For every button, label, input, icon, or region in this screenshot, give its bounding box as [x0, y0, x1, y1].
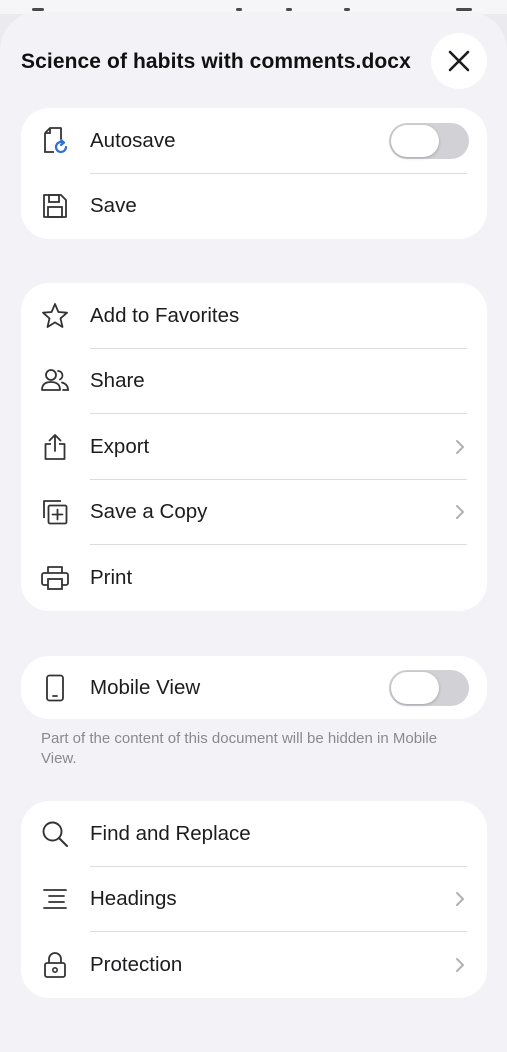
file-options-sheet: Science of habits with comments.docx Aut… — [0, 12, 507, 1052]
mobile-view-row[interactable]: Mobile View — [21, 656, 487, 719]
find-and-replace-row[interactable]: Find and Replace — [21, 801, 487, 867]
lock-icon — [41, 951, 69, 979]
share-row[interactable]: Share — [21, 349, 487, 414]
mobile-view-footnote: Part of the content of this document wil… — [41, 730, 438, 767]
save-a-copy-label: Save a Copy — [90, 500, 208, 524]
autosave-label: Autosave — [90, 128, 176, 152]
add-to-favorites-row[interactable]: Add to Favorites — [21, 283, 487, 349]
find-and-replace-label: Find and Replace — [90, 821, 251, 845]
share-label: Share — [90, 369, 145, 393]
close-icon — [447, 49, 471, 73]
peek-glyph — [32, 8, 44, 11]
toggle-knob — [391, 671, 439, 704]
headings-row[interactable]: Headings — [21, 867, 487, 932]
protection-row[interactable]: Protection — [21, 932, 487, 998]
autosave-row[interactable]: Autosave — [21, 108, 487, 174]
close-button[interactable] — [431, 33, 487, 89]
tools-group-card: Find and Replace Headings Protection — [21, 801, 487, 998]
toggle-knob — [391, 124, 439, 157]
autosave-icon — [41, 126, 69, 155]
chevron-right-icon — [455, 439, 465, 455]
save-icon — [41, 192, 69, 220]
autosave-toggle[interactable] — [389, 122, 469, 159]
headings-icon — [41, 885, 69, 913]
protection-label: Protection — [90, 952, 183, 976]
peek-glyph — [236, 8, 242, 11]
export-row[interactable]: Export — [21, 414, 487, 480]
headings-label: Headings — [90, 887, 177, 911]
chevron-right-icon — [455, 957, 465, 973]
star-icon — [41, 302, 69, 330]
export-label: Export — [90, 434, 150, 458]
file-group-card: Autosave Save — [21, 108, 487, 239]
view-group-card: Mobile View — [21, 656, 487, 719]
share-out-icon — [41, 433, 69, 461]
print-row[interactable]: Print — [21, 545, 487, 611]
save-a-copy-row[interactable]: Save a Copy — [21, 480, 487, 545]
add-to-favorites-label: Add to Favorites — [90, 303, 240, 327]
phone-icon — [41, 674, 69, 702]
peek-glyph — [344, 8, 350, 11]
copy-add-icon — [41, 498, 69, 526]
chevron-right-icon — [455, 891, 465, 907]
print-label: Print — [90, 565, 133, 589]
search-icon — [41, 820, 69, 848]
mobile-view-label: Mobile View — [90, 675, 201, 699]
mobile-view-toggle[interactable] — [389, 669, 469, 706]
printer-icon — [41, 564, 69, 592]
document-title: Science of habits with comments.docx — [21, 50, 411, 73]
peek-glyph — [286, 8, 292, 11]
save-label: Save — [90, 194, 137, 218]
people-icon — [41, 367, 69, 395]
actions-group-card: Add to Favorites Share Export Save a Cop… — [21, 283, 487, 611]
save-row[interactable]: Save — [21, 174, 487, 240]
peek-glyph — [456, 8, 472, 11]
chevron-right-icon — [455, 504, 465, 520]
